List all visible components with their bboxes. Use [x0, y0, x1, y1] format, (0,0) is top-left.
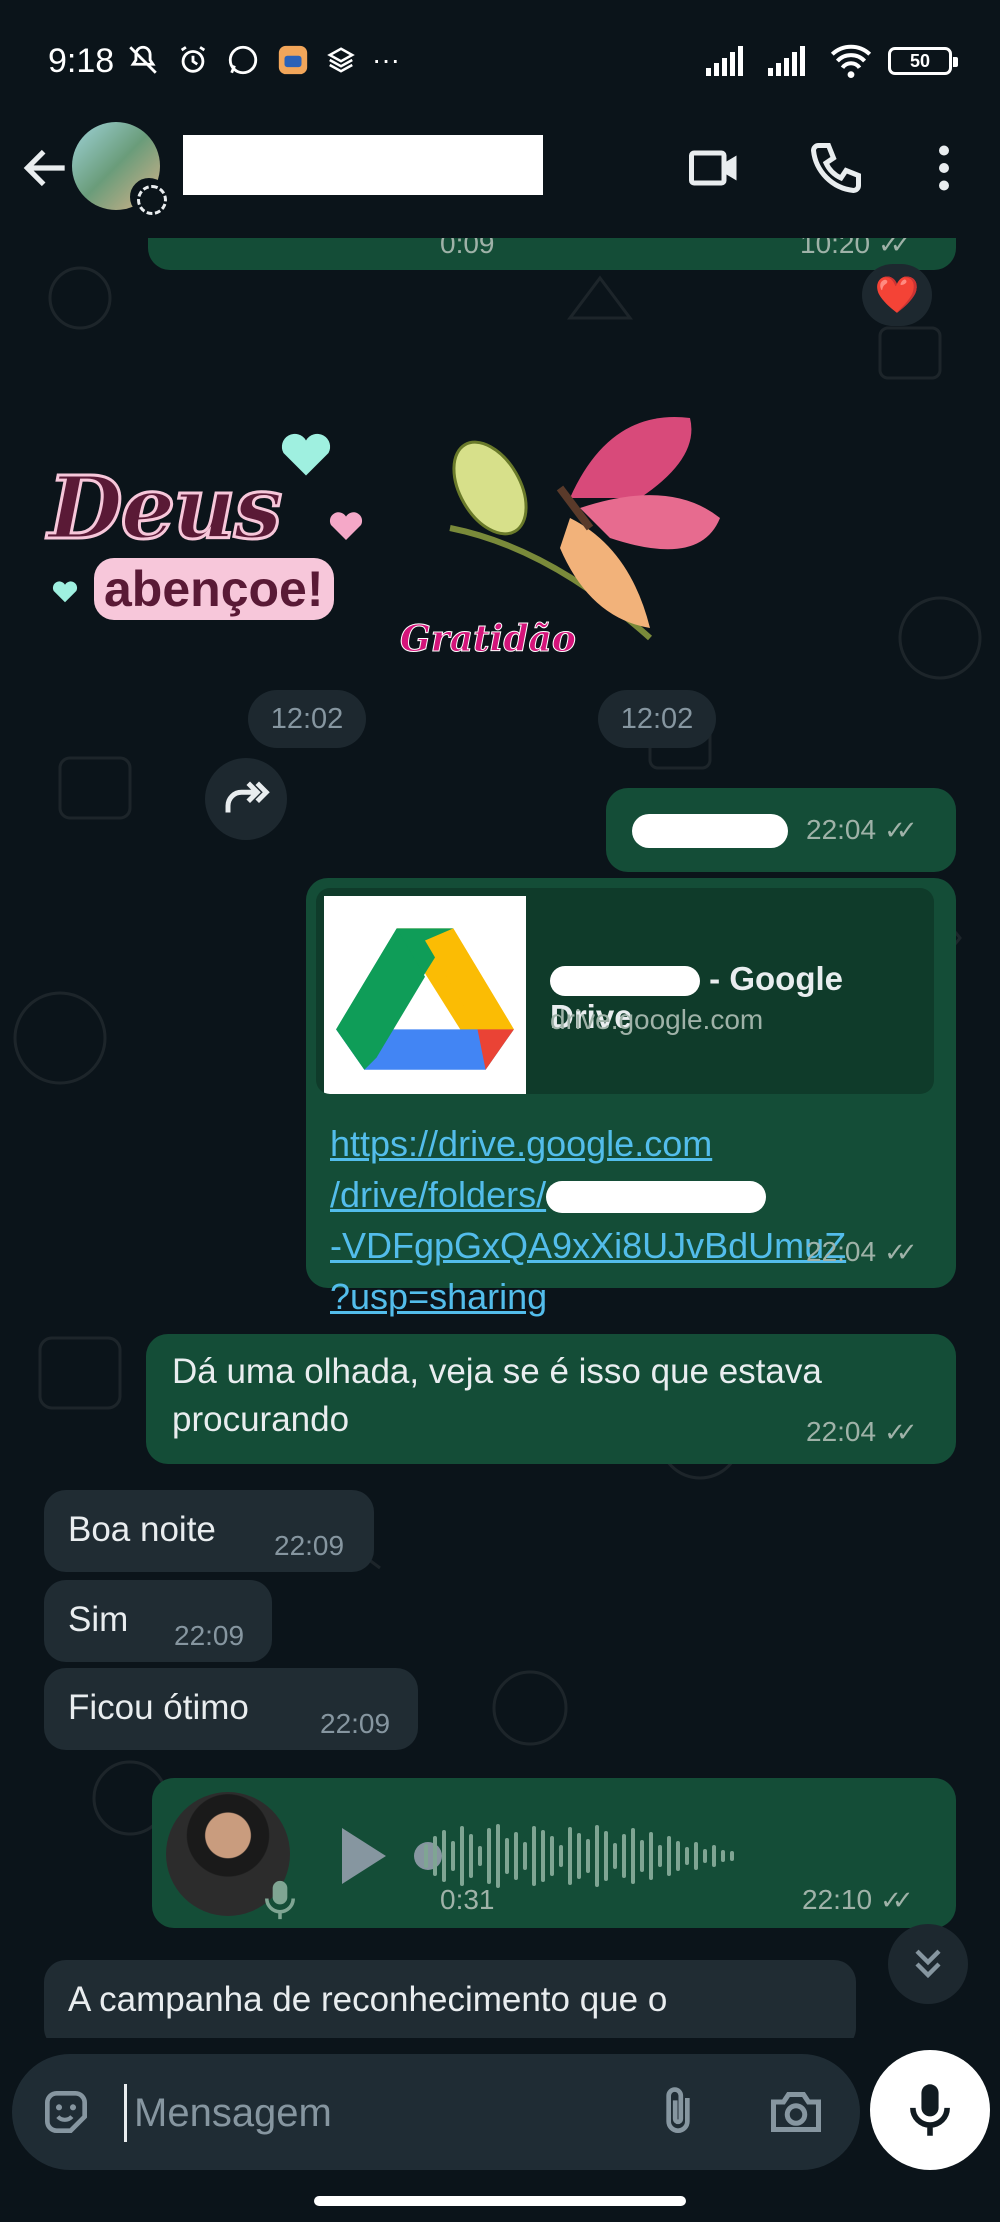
mic-icon [265, 1880, 295, 1920]
heart-icon [281, 433, 331, 476]
google-drive-thumbnail [324, 896, 526, 1094]
message-input[interactable] [134, 2078, 634, 2148]
message-time: 22:04 [806, 1416, 877, 1447]
more-notifications-icon: ··· [372, 44, 400, 75]
message-meta: 22:04 ✓✓ [806, 1236, 917, 1268]
double-chevron-down-icon [915, 1949, 941, 1979]
play-button[interactable] [342, 1828, 386, 1884]
message-text: Ficou ótimo [68, 1688, 249, 1727]
message-meta: 22:04 ✓✓ [806, 814, 917, 846]
message-time: 22:10 [802, 1884, 873, 1915]
mic-icon [910, 2084, 950, 2136]
text-cursor [124, 2084, 127, 2142]
read-ticks-icon: ✓✓ [880, 1884, 913, 1915]
sticker-text-line1: Deus [46, 457, 283, 561]
message-time: 22:04 [806, 1236, 877, 1267]
message-text: Dá uma olhada, veja se é isso que estava… [172, 1348, 822, 1444]
incoming-message[interactable]: Boa noite 22:09 [44, 1490, 374, 1572]
voice-duration: 0:31 [440, 1884, 495, 1915]
voice-record-button[interactable] [870, 2050, 990, 2170]
contact-name[interactable] [183, 135, 543, 195]
message-text: A campanha de reconhecimento que o [68, 1980, 668, 2019]
scroll-to-bottom-button[interactable] [888, 1924, 968, 2004]
heart-icon [329, 512, 363, 540]
status-time: 9:18 [48, 42, 115, 80]
voice-message-bubble[interactable]: 0:31 22:10 ✓✓ [152, 1778, 956, 1928]
voice-duration: 0:09 [440, 238, 495, 259]
alarm-icon [180, 46, 206, 73]
google-drive-icon [336, 928, 514, 1070]
heart-icon [52, 581, 78, 603]
link-preview-card[interactable]: - Google Drive drive.google.com [316, 888, 934, 1094]
status-ring-icon [130, 178, 168, 216]
sticker-time: 12:02 [598, 690, 716, 748]
drive-url-link[interactable]: https://drive.google.com /drive/folders/… [330, 1118, 846, 1322]
message-composer[interactable] [12, 2054, 860, 2170]
preview-domain: drive.google.com [550, 1004, 764, 1035]
heart-reaction-icon: ❤️ [874, 274, 920, 315]
chat-header [0, 120, 1000, 238]
incoming-message[interactable]: A campanha de reconhecimento que o [44, 1960, 856, 2038]
message-text: Sim [68, 1600, 129, 1639]
message-time: 22:09 [320, 1708, 391, 1739]
whatsapp-icon [228, 45, 258, 75]
back-arrow-icon[interactable] [18, 140, 74, 196]
message-time: 22:09 [274, 1530, 345, 1561]
sticker-time: 12:02 [248, 690, 366, 748]
mute-icon [129, 45, 157, 74]
message-time: 22:04 [806, 814, 877, 845]
link-message[interactable]: - Google Drive drive.google.com https://… [306, 878, 956, 1317]
outgoing-message[interactable]: 22:04 ✓✓ [606, 788, 956, 872]
message-time: 10:20 [800, 238, 871, 259]
sticker-deus-abencoe[interactable]: Deus abençoe! [40, 428, 370, 638]
voice-message-bubble[interactable]: 0:09 10:20 ✓✓ [148, 238, 956, 270]
redacted-text [546, 1181, 767, 1214]
forward-button[interactable] [205, 758, 287, 840]
message-meta: 22:10 ✓✓ [802, 1884, 913, 1916]
camera-icon[interactable] [764, 2082, 828, 2142]
message-meta: 10:20 ✓✓ [800, 238, 911, 260]
incoming-message[interactable]: Ficou ótimo 22:09 [44, 1668, 418, 1750]
status-bar: 9:18 ··· 50 [0, 0, 1000, 120]
voice-call-icon[interactable] [806, 138, 866, 198]
more-vert-icon[interactable] [914, 138, 974, 198]
url-line: -VDFgpGxQA9xXi8UJvBdUmuZ [330, 1225, 847, 1266]
message-text: Boa noite [68, 1510, 216, 1549]
message-line: Dá uma olhada, veja se é isso que estava [172, 1352, 822, 1391]
url-line-text: /drive/folders/ [330, 1174, 547, 1215]
url-line: /drive/folders/ [330, 1169, 846, 1220]
url-line: ?usp=sharing [330, 1276, 548, 1317]
read-ticks-icon: ✓✓ [878, 238, 911, 259]
status-notification-icons: ··· [126, 42, 400, 78]
read-ticks-icon: ✓✓ [884, 1236, 917, 1267]
sticker-text-line2: abençoe! [94, 558, 334, 620]
redacted-text [632, 814, 788, 848]
wifi-icon [830, 44, 872, 78]
video-call-icon[interactable] [684, 138, 744, 198]
forward-icon [225, 781, 270, 813]
chat-area[interactable]: 0:09 10:20 ✓✓ ❤️ Deus abençoe! Gratidão … [0, 238, 1000, 2038]
signal-icon [768, 46, 805, 76]
attach-icon[interactable] [650, 2082, 706, 2142]
sticker-caption: Gratidão [400, 618, 577, 661]
outgoing-message[interactable]: Dá uma olhada, veja se é isso que estava… [146, 1334, 956, 1464]
app-icon [278, 45, 308, 75]
redacted-text [550, 966, 700, 997]
url-line: https://drive.google.com [330, 1123, 713, 1164]
battery-icon: 50 [888, 47, 958, 75]
layers-icon [327, 47, 355, 73]
home-indicator[interactable] [314, 2196, 686, 2206]
message-time: 22:09 [174, 1620, 245, 1651]
reaction-badge[interactable]: ❤️ [862, 264, 932, 326]
read-ticks-icon: ✓✓ [884, 1416, 917, 1447]
signal-icon [706, 46, 743, 76]
message-meta: 22:04 ✓✓ [806, 1416, 917, 1448]
sticker-emoji-icon[interactable] [38, 2084, 94, 2140]
incoming-message[interactable]: Sim 22:09 [44, 1580, 272, 1662]
status-system-icons: 50 [706, 44, 958, 78]
read-ticks-icon: ✓✓ [884, 814, 917, 845]
sticker-gratidao[interactable]: Gratidão [400, 408, 730, 708]
message-line: procurando [172, 1400, 350, 1439]
